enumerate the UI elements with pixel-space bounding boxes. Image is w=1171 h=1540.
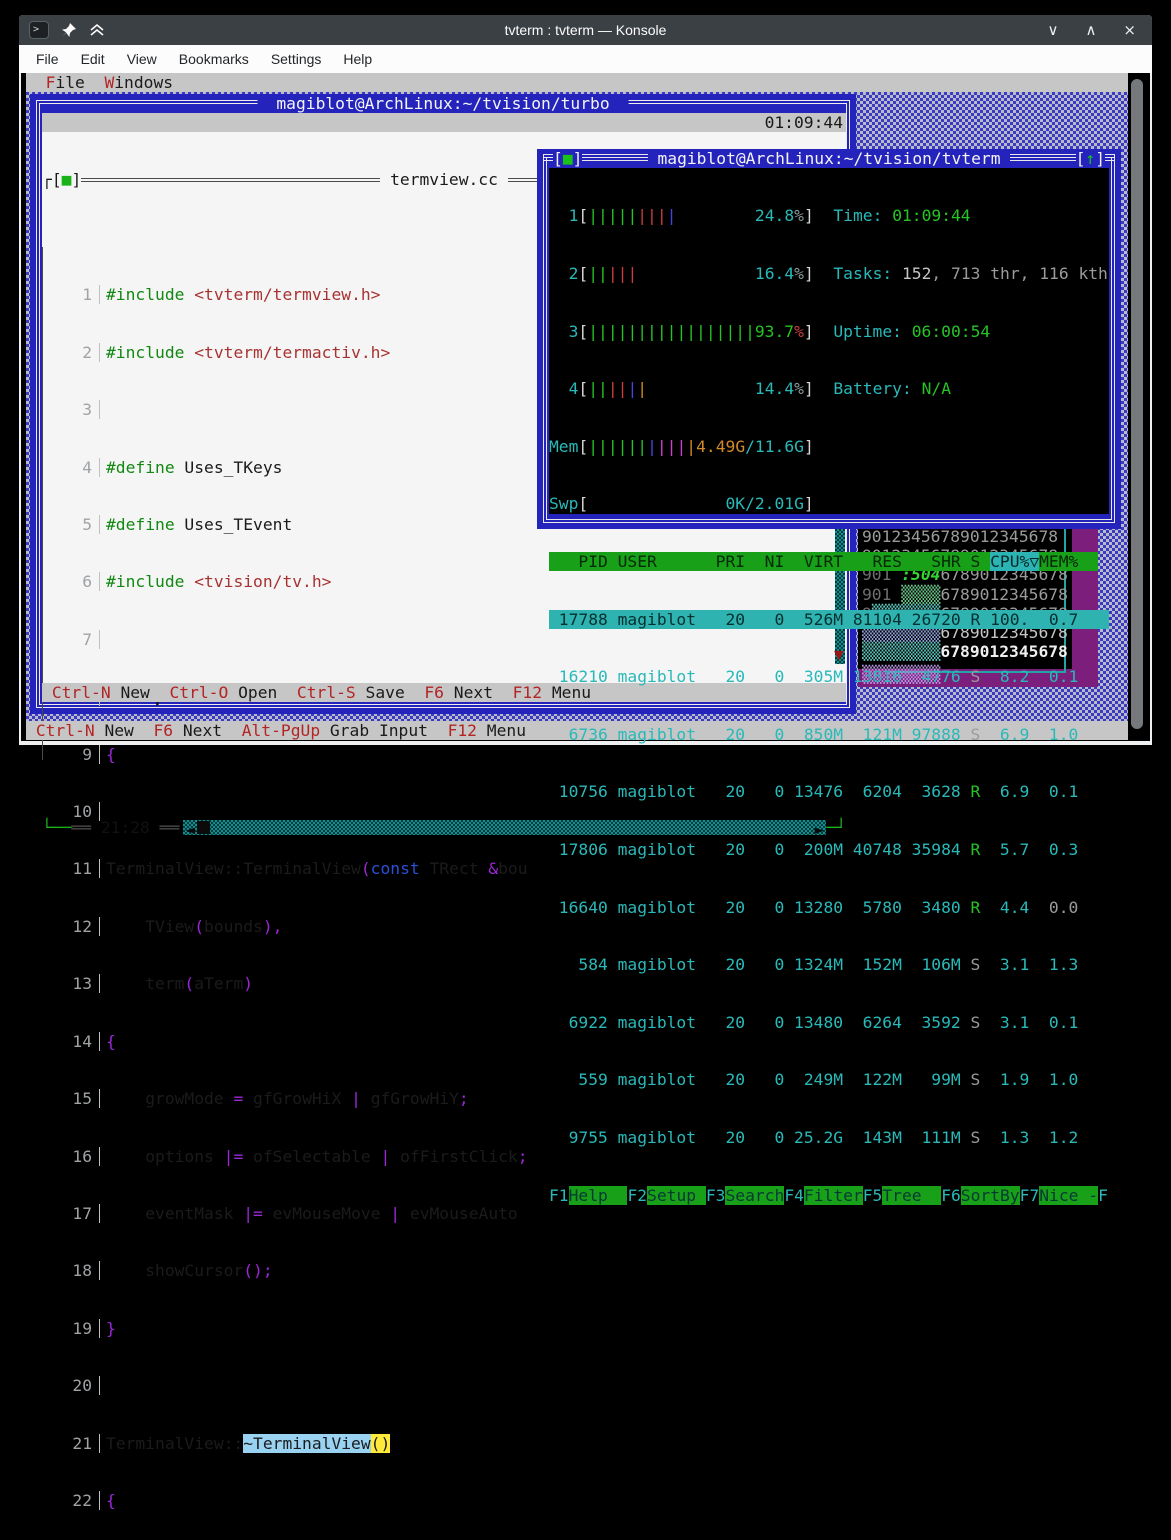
process-row[interactable]: 9755 magiblot 20 0 25.2G 143M 111M S 1.3… bbox=[549, 1128, 1109, 1147]
scroll-left-arrow[interactable]: ◄ bbox=[183, 820, 197, 839]
terminal-scrollbar-thumb[interactable] bbox=[1131, 79, 1143, 729]
code-line: 18 showCursor(); bbox=[43, 1261, 846, 1281]
terminal-scrollbar[interactable] bbox=[1128, 73, 1148, 741]
cpu-meter-1: 1[||||||||| 24.8%] Time: 01:09:44 bbox=[549, 206, 971, 226]
fnkey-f1[interactable]: F1 bbox=[549, 1186, 569, 1205]
konsole-menu-bar: File Edit View Bookmarks Settings Help bbox=[19, 45, 1152, 73]
fnkey-f5[interactable]: F5 bbox=[863, 1186, 883, 1205]
code-line: 15 growMode = gfGrowHiX | gfGrowHiY; bbox=[43, 1089, 846, 1109]
htop-maximize-button[interactable]: ↑ bbox=[1085, 149, 1096, 168]
fnkey-f2[interactable]: F2 bbox=[627, 1186, 647, 1205]
tvterm-menu-bar[interactable]: File Windows bbox=[26, 73, 1128, 92]
process-table-header[interactable]: PID USER PRI NI VIRT RES SHR S CPU%▽MEM% bbox=[549, 551, 1109, 571]
process-row[interactable]: 584 magiblot 20 0 1324M 152M 106M S 3.1 … bbox=[549, 955, 1109, 974]
code-line: 22{ bbox=[43, 1490, 846, 1510]
process-row[interactable]: 16640 magiblot 20 0 13280 5780 3480 R 4.… bbox=[549, 898, 1109, 917]
process-row[interactable]: 6922 magiblot 20 0 13480 6264 3592 S 3.1… bbox=[549, 1013, 1109, 1032]
code-line: 20 bbox=[43, 1376, 846, 1396]
htop-window[interactable]: [■] magiblot@ArchLinux:~/tvision/tvterm … bbox=[537, 149, 1121, 1205]
turbo-menu-bar[interactable]: File Edit Windows Settings 01:09:44 bbox=[42, 113, 846, 151]
terminal-area[interactable]: 90123456789012345678 9012345678901234567… bbox=[21, 73, 1150, 1510]
htop-function-bar: F1 Help F2 Setup F3 Search F4 Filter F5 Tree F6… bbox=[549, 1185, 1108, 1205]
minimize-button[interactable]: ∨ bbox=[1047, 21, 1058, 39]
fnkey-f4[interactable]: F4 bbox=[784, 1186, 804, 1205]
frame-line bbox=[1010, 157, 1076, 161]
close-button[interactable]: × bbox=[1123, 21, 1136, 39]
pin-icon[interactable] bbox=[61, 22, 77, 38]
menu-view[interactable]: View bbox=[127, 51, 157, 67]
fnkey-f3[interactable]: F3 bbox=[706, 1186, 726, 1205]
code-line: 16 options |= ofSelectable | ofFirstClic… bbox=[43, 1146, 846, 1166]
htop-content[interactable]: 1[||||||||| 24.8%] Time: 01:09:44 2[||||… bbox=[549, 168, 1109, 1205]
fnkey-f8-truncated[interactable]: F bbox=[1098, 1186, 1108, 1205]
code-line: 21 TerminalView::~TerminalView() bbox=[43, 1433, 846, 1453]
window-title: tvterm : tvterm — Konsole bbox=[504, 22, 667, 38]
process-row[interactable]: 559 magiblot 20 0 249M 122M 99M S 1.9 1.… bbox=[549, 1070, 1109, 1089]
screen-background: { "window": { "title": "tvterm : tvterm … bbox=[0, 0, 1171, 1510]
menu-bookmarks[interactable]: Bookmarks bbox=[179, 51, 249, 67]
clock: 01:09:44 bbox=[764, 113, 843, 132]
code-line: 12 TView(bounds), bbox=[43, 916, 846, 936]
htop-close-button[interactable]: ■ bbox=[562, 149, 573, 168]
swap-meter: Swp[ 0K/2.01G] bbox=[549, 494, 814, 514]
editor-title: termview.cc bbox=[380, 170, 508, 190]
cpu-meter-3: 3[|||||||||||||||||93.7%] Uptime: 06:00:… bbox=[549, 321, 991, 341]
process-row[interactable]: 6736 magiblot 20 0 850M 121M 97888 S 6.9… bbox=[549, 725, 1109, 744]
frame-corner: ┌ bbox=[42, 170, 52, 190]
menu-help[interactable]: Help bbox=[343, 51, 372, 67]
code-line: 17 eventMask |= evMouseMove | evMouseAut… bbox=[43, 1203, 846, 1223]
scroll-right-arrow[interactable]: ► bbox=[812, 820, 826, 839]
horizontal-scrollbar[interactable]: ◄ ► bbox=[183, 819, 827, 839]
maximize-button[interactable]: ∧ bbox=[1085, 21, 1096, 39]
code-line: 11TerminalView::TerminalView(const TRect… bbox=[43, 859, 846, 879]
window-titlebar[interactable]: > tvterm : tvterm — Konsole ∨ ∧ × bbox=[19, 15, 1152, 45]
turbo-window-title[interactable]: magiblot@ArchLinux:~/tvision/turbo bbox=[257, 94, 629, 114]
menu-file[interactable]: File bbox=[36, 51, 59, 67]
htop-title-bar[interactable]: [■] magiblot@ArchLinux:~/tvision/tvterm … bbox=[543, 149, 1115, 168]
keep-above-icon[interactable] bbox=[89, 23, 105, 37]
code-line: 14{ bbox=[43, 1031, 846, 1051]
frame-line bbox=[1105, 157, 1115, 161]
code-line: 19} bbox=[43, 1318, 846, 1338]
editor-close-button[interactable]: ■ bbox=[62, 170, 72, 189]
menu-settings[interactable]: Settings bbox=[271, 51, 322, 67]
process-row[interactable]: 16210 magiblot 20 0 305M 13816 4776 S 8.… bbox=[549, 667, 1109, 686]
cpu-meter-2: 2[||||| 16.4%] Tasks: 152, 713 thr, 116 … bbox=[549, 264, 1108, 283]
htop-window-title: magiblot@ArchLinux:~/tvision/tvterm bbox=[647, 149, 1011, 168]
konsole-window: > tvterm : tvterm — Konsole ∨ ∧ × File E… bbox=[19, 15, 1152, 1510]
process-row-selected[interactable]: 17788 magiblot 20 0 526M 81104 26720 R 1… bbox=[549, 609, 1109, 629]
fnkey-f7[interactable]: F7 bbox=[1020, 1186, 1040, 1205]
menu-edit[interactable]: Edit bbox=[81, 51, 105, 67]
cpu-meter-4: 4[|||||| 14.4%] Battery: N/A bbox=[549, 379, 952, 399]
konsole-app-icon: > bbox=[29, 21, 49, 39]
fnkey-f6[interactable]: F6 bbox=[941, 1186, 961, 1205]
code-line: 10 bbox=[43, 802, 846, 822]
hscrollbar-thumb[interactable] bbox=[197, 820, 211, 834]
frame-line bbox=[81, 178, 381, 183]
memory-meter: Mem[|||||||||||4.49G/11.6G] bbox=[549, 436, 814, 456]
frame-line bbox=[582, 157, 648, 161]
frame-line bbox=[543, 157, 553, 161]
process-row[interactable]: 17806 magiblot 20 0 200M 40748 35984 R 5… bbox=[549, 840, 1109, 859]
process-row[interactable]: 10756 magiblot 20 0 13476 6204 3628 R 6.… bbox=[549, 782, 1109, 801]
code-line: 13 term(aTerm) bbox=[43, 974, 846, 994]
